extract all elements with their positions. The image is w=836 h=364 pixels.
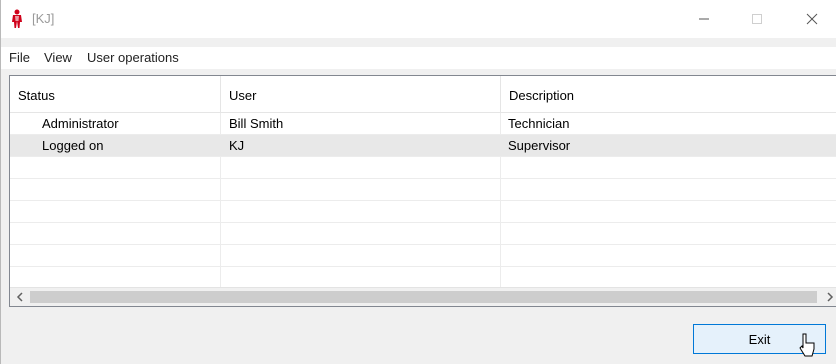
mouse-cursor-icon	[799, 333, 815, 357]
column-header-label: Status	[18, 88, 55, 103]
menu-bar: File View User operations	[1, 47, 836, 69]
cell-user: Bill Smith	[229, 116, 284, 131]
cell-user: KJ	[229, 138, 245, 153]
menu-view[interactable]: View	[44, 50, 72, 65]
empty-row	[10, 201, 836, 223]
table-row[interactable]: Logged on KJ Supervisor	[10, 135, 836, 157]
users-window: [KJ] File View User operations Status Us…	[0, 0, 836, 364]
maximize-button[interactable]	[734, 0, 780, 38]
horizontal-scrollbar[interactable]	[10, 287, 836, 306]
empty-row	[10, 267, 836, 289]
window-title: [KJ]	[32, 11, 55, 26]
menu-file[interactable]: File	[9, 50, 30, 65]
scroll-left-icon[interactable]	[12, 290, 28, 304]
table-row[interactable]: Administrator Bill Smith Technician	[10, 113, 836, 135]
empty-row	[10, 157, 836, 179]
cell-description: Technician	[508, 116, 570, 131]
cell-status: Logged on	[42, 138, 104, 153]
column-header-user[interactable]: User	[221, 76, 501, 113]
close-icon	[806, 13, 818, 25]
cell-status: Administrator	[42, 116, 119, 131]
column-header-description[interactable]: Description	[501, 76, 836, 113]
maximize-icon	[752, 14, 762, 24]
column-header-label: User	[229, 88, 257, 103]
minimize-icon	[699, 18, 709, 20]
empty-row	[10, 223, 836, 245]
column-header-label: Description	[509, 88, 575, 103]
column-header-status[interactable]: Status	[10, 76, 221, 113]
minimize-button[interactable]	[681, 0, 727, 38]
menu-user-operations[interactable]: User operations	[87, 50, 179, 65]
empty-row	[10, 179, 836, 201]
title-bar[interactable]: [KJ]	[1, 0, 836, 38]
scrollbar-thumb[interactable]	[30, 291, 817, 303]
person-icon	[12, 9, 22, 28]
cell-description: Supervisor	[508, 138, 571, 153]
scroll-right-icon[interactable]	[822, 290, 836, 304]
empty-row	[10, 245, 836, 267]
close-button[interactable]	[789, 0, 835, 38]
users-list[interactable]: Status User Description Administrator Bi…	[9, 75, 836, 307]
